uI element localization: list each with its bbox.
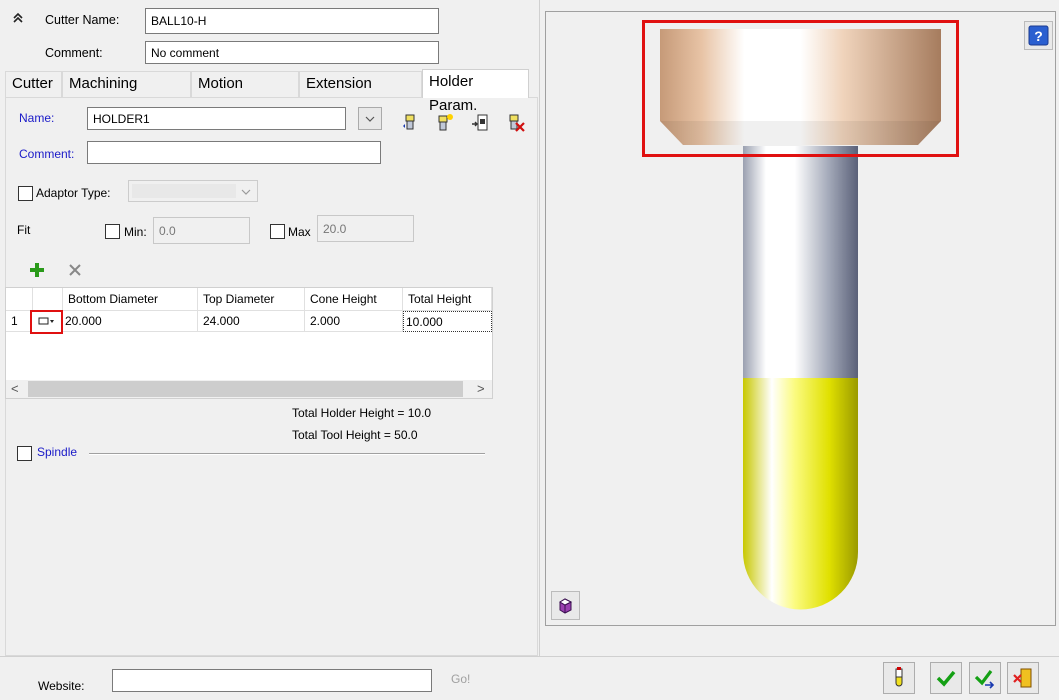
ok-check-icon bbox=[936, 670, 956, 687]
double-chevron-up-icon bbox=[13, 12, 23, 23]
scroll-thumb[interactable] bbox=[28, 381, 463, 397]
question-mark-icon: ? bbox=[1028, 25, 1049, 46]
delete-holder-button[interactable] bbox=[505, 112, 527, 134]
grid-cell-cone-height[interactable]: 2.000 bbox=[305, 311, 403, 332]
tab-extension-param[interactable]: Extension Param. bbox=[299, 71, 422, 116]
view-mode-button[interactable] bbox=[551, 591, 580, 620]
help-button[interactable]: ? bbox=[1024, 21, 1053, 50]
adaptor-type-value bbox=[132, 184, 236, 198]
grid-horizontal-scrollbar[interactable]: < > bbox=[6, 380, 492, 398]
remove-row-button[interactable] bbox=[64, 259, 86, 281]
chevron-down-icon bbox=[365, 116, 375, 122]
comment-input[interactable] bbox=[145, 41, 439, 64]
comment-label: Comment: bbox=[45, 46, 103, 60]
grid-cell-top-diameter[interactable]: 24.000 bbox=[198, 311, 305, 332]
max-checkbox[interactable] bbox=[270, 224, 285, 239]
spindle-checkbox[interactable] bbox=[17, 446, 32, 461]
adaptor-type-label: Adaptor Type: bbox=[36, 186, 111, 200]
x-icon bbox=[69, 264, 81, 276]
footer-separator bbox=[0, 656, 1059, 657]
holder-name-input[interactable] bbox=[87, 107, 346, 130]
website-label: Website: bbox=[38, 679, 85, 693]
grid-header-top-diameter[interactable]: Top Diameter bbox=[198, 288, 305, 311]
ok-button[interactable] bbox=[930, 662, 962, 694]
grid-cell-total-height[interactable]: 10.000 bbox=[403, 311, 492, 332]
cutter-name-input[interactable] bbox=[145, 8, 439, 34]
probe-button[interactable] bbox=[883, 662, 915, 694]
holder-name-label: Name: bbox=[19, 111, 55, 125]
exit-button[interactable] bbox=[1007, 662, 1039, 694]
apply-button[interactable] bbox=[969, 662, 1001, 694]
spindle-separator bbox=[89, 453, 485, 455]
min-input[interactable] bbox=[153, 217, 250, 244]
max-input[interactable] bbox=[317, 215, 414, 242]
tab-machining-param[interactable]: Machining Param. bbox=[62, 71, 191, 116]
cutter-name-label: Cutter Name: bbox=[45, 13, 120, 27]
cube-view-icon bbox=[559, 598, 573, 614]
grid-shape-cell[interactable] bbox=[30, 310, 63, 334]
collapse-button[interactable] bbox=[10, 10, 26, 26]
min-checkbox[interactable] bbox=[105, 224, 120, 239]
grid-header-total-height[interactable]: Total Height bbox=[403, 288, 492, 311]
spindle-label: Spindle bbox=[37, 445, 78, 459]
tab-motion-param[interactable]: Motion Param. bbox=[191, 71, 299, 116]
probe-icon bbox=[895, 667, 903, 687]
add-holder-icon bbox=[403, 114, 415, 130]
holder-comment-label: Comment: bbox=[19, 147, 75, 161]
fit-label: Fit bbox=[17, 223, 31, 237]
delete-holder-icon bbox=[509, 114, 525, 132]
total-holder-height: Total Holder Height = 10.0 bbox=[292, 406, 432, 420]
adaptor-type-select[interactable] bbox=[128, 180, 258, 202]
exit-icon bbox=[1013, 668, 1032, 688]
scroll-left-arrow[interactable]: < bbox=[11, 381, 19, 396]
total-tool-height: Total Tool Height = 50.0 bbox=[292, 428, 418, 442]
plus-icon bbox=[30, 263, 44, 277]
website-input[interactable] bbox=[112, 669, 432, 692]
adaptor-type-checkbox[interactable] bbox=[18, 186, 33, 201]
add-holder-button[interactable] bbox=[400, 112, 422, 134]
grid-header-bottom-diameter[interactable]: Bottom Diameter bbox=[63, 288, 198, 311]
grid-header-cone-height[interactable]: Cone Height bbox=[305, 288, 403, 311]
scroll-right-arrow[interactable]: > bbox=[477, 381, 485, 396]
apply-check-icon bbox=[974, 670, 995, 689]
min-label: Min: bbox=[124, 225, 147, 239]
grid-row-index: 1 bbox=[6, 311, 33, 332]
grid-corner-header bbox=[6, 288, 33, 311]
tab-cutter[interactable]: Cutter bbox=[5, 71, 62, 97]
holder-highlight-box bbox=[642, 20, 959, 157]
add-row-button[interactable] bbox=[26, 259, 48, 281]
max-label: Max bbox=[288, 225, 311, 239]
go-link[interactable]: Go! bbox=[451, 672, 470, 686]
svg-text:?: ? bbox=[1034, 28, 1043, 44]
grid-cell-bottom-diameter[interactable]: 20.000 bbox=[63, 311, 198, 332]
cone-shape-icon bbox=[38, 317, 54, 325]
holder-comment-input[interactable] bbox=[87, 141, 381, 164]
tab-holder-param[interactable]: Holder Param. bbox=[422, 69, 529, 114]
grid-shape-header bbox=[33, 288, 63, 311]
holder-name-dropdown[interactable] bbox=[358, 107, 382, 130]
chevron-down-icon bbox=[241, 189, 251, 195]
tool-preview-panel: ? bbox=[545, 11, 1056, 626]
